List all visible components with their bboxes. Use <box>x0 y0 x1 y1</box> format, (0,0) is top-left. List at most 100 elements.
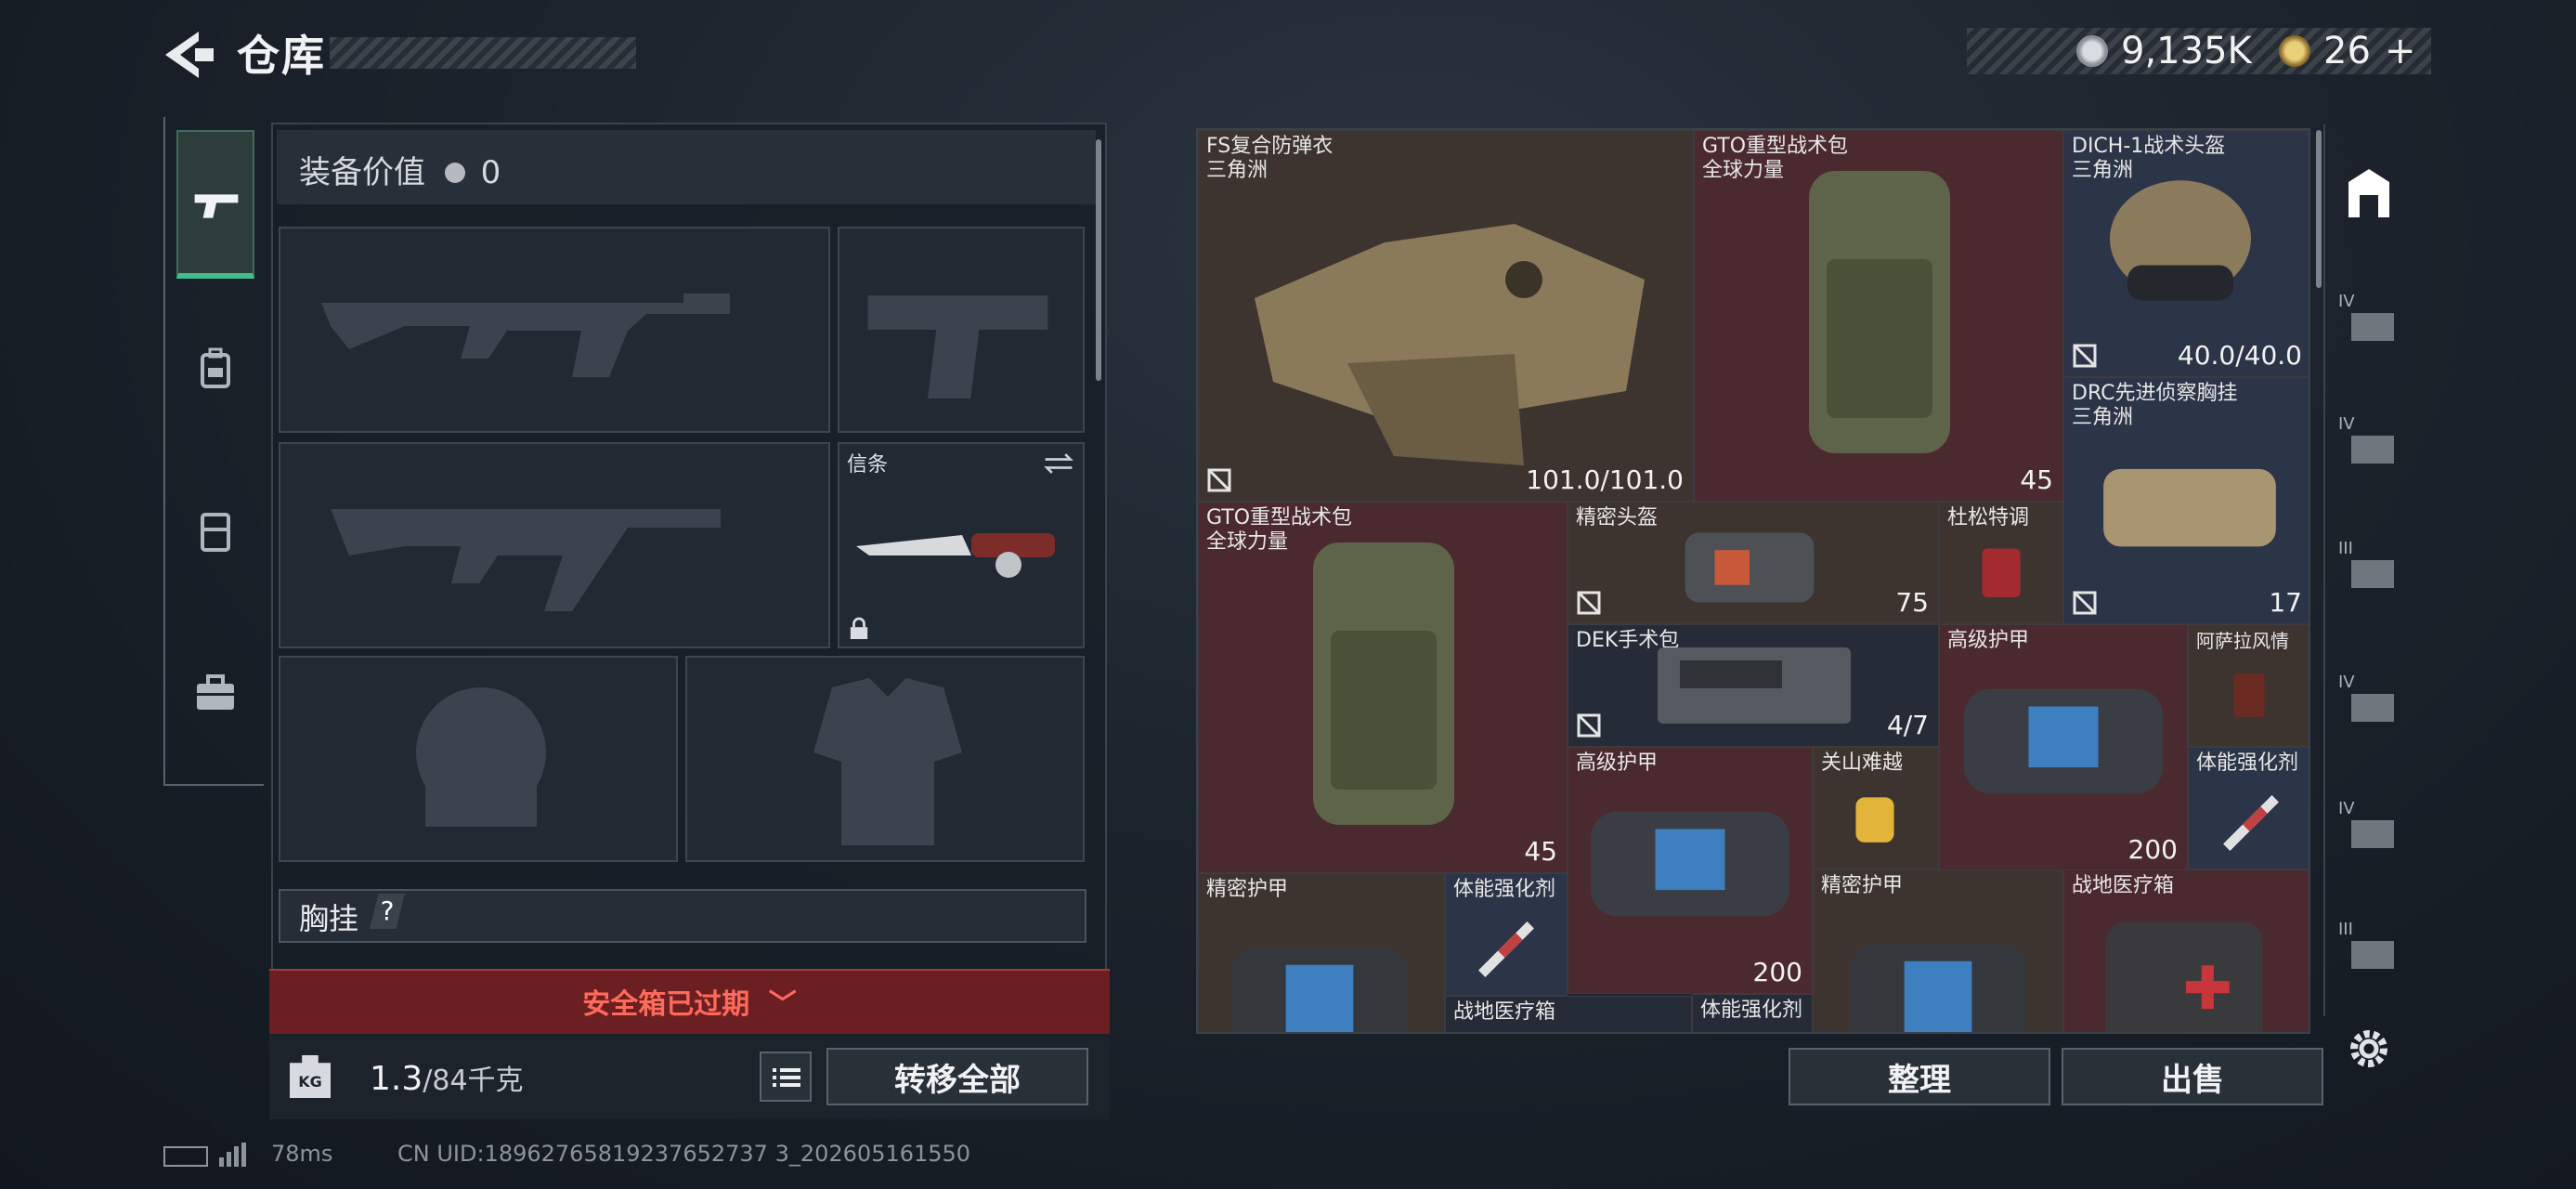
stash-item-field-medkit[interactable]: 战地医疗箱 <box>1445 996 1692 1032</box>
body-armor-icon <box>1255 224 1645 465</box>
tab-level: IV <box>2338 673 2355 692</box>
stash-item-fs-armor[interactable]: FS复合防弹衣 三角洲 101.0/101.0 <box>1198 130 1694 502</box>
medkit-icon <box>2105 921 2263 1032</box>
container-tab-4[interactable]: IV <box>2338 673 2400 728</box>
stash-item-field-medkit[interactable]: 战地医疗箱 <box>2063 869 2309 1032</box>
coin-icon <box>2076 35 2108 67</box>
container-tab-3[interactable]: III <box>2338 539 2400 594</box>
stash-item-drink[interactable]: 关山难越 <box>1813 747 1939 869</box>
stash-item-stimulant[interactable]: 体能强化剂 <box>2188 747 2309 869</box>
stash-item-dich-helmet[interactable]: DICH-1战术头盔 三角洲 40.0/40.0 <box>2063 130 2309 377</box>
nav-weapons[interactable] <box>176 130 254 279</box>
coin-amount: 9,135K <box>2121 30 2252 72</box>
case-icon <box>2351 436 2394 464</box>
stash-item-precision-armor-kit[interactable]: 精密护甲 <box>1813 869 2063 1032</box>
sell-button[interactable]: 出售 <box>2062 1048 2323 1105</box>
no-insure-icon <box>1577 591 1601 615</box>
weight-readout: 1.3/84千克 <box>370 1057 524 1098</box>
item-name: 体能强化剂 <box>1453 878 1556 901</box>
helmet-slot[interactable] <box>279 656 678 862</box>
item-name: 精密护甲 <box>1821 874 1904 897</box>
primary-weapon-slot[interactable] <box>279 227 830 433</box>
vest-icon <box>201 513 230 552</box>
case-icon <box>2351 941 2394 969</box>
stash-item-drc-rig[interactable]: DRC先进侦察胸挂 三角洲 17 <box>2063 377 2309 624</box>
secondary-weapon-slot[interactable] <box>838 227 1085 433</box>
item-name: 高级护甲 <box>1947 629 2030 652</box>
page-title: 仓库 <box>237 31 326 81</box>
stash-tab-icon[interactable] <box>2338 165 2400 221</box>
container-tab-2[interactable]: IV <box>2338 414 2400 470</box>
gear-icon[interactable] <box>2344 1024 2394 1074</box>
chest-rig-icon <box>2103 468 2276 547</box>
stash-item-gto-backpack[interactable]: GTO重型战术包 全球力量 45 <box>1694 130 2063 502</box>
weight-max: /84千克 <box>423 1065 524 1097</box>
repair-kit-icon <box>1591 811 1789 917</box>
no-insure-icon <box>2073 344 2097 368</box>
stash-item-advanced-armor-kit[interactable]: 高级护甲 200 <box>1568 747 1813 994</box>
item-name: FS复合防弹衣 <box>1206 135 1334 158</box>
container-tab-6[interactable]: III <box>2338 920 2400 975</box>
chest-rig-label: 胸挂 <box>299 901 359 936</box>
nav-backpack[interactable] <box>176 294 254 442</box>
armor-silhouette-icon <box>813 678 962 845</box>
transfer-all-button[interactable]: 转移全部 <box>826 1048 1088 1105</box>
item-slots: 17 <box>2269 587 2302 618</box>
briefcase-icon <box>197 674 234 710</box>
backpack-icon <box>1313 542 1454 825</box>
lock-icon <box>850 617 868 639</box>
stash-item-drink[interactable]: 杜松特调 <box>1939 502 2063 624</box>
ticket-amount: 26 <box>2323 30 2371 72</box>
stash-item-precision-helmet-kit[interactable]: 精密头盔 75 <box>1568 502 1939 624</box>
item-durability: 40.0/40.0 <box>2177 340 2302 371</box>
no-insure-icon <box>2073 591 2097 615</box>
item-name: 杜松特调 <box>1947 506 2030 529</box>
stash-scrollbar[interactable] <box>2316 130 2322 288</box>
item-name: DRC先进侦察胸挂 <box>2072 382 2238 405</box>
secondary-rifle-slot[interactable] <box>279 442 830 648</box>
rifle-silhouette-icon <box>321 294 730 377</box>
item-name: 阿萨拉风情 <box>2196 630 2289 652</box>
case-icon <box>2351 313 2394 341</box>
drink-icon <box>1982 548 2021 597</box>
item-capacity: 45 <box>1524 836 1557 867</box>
helmet-icon <box>2110 180 2251 301</box>
nav-rig[interactable] <box>176 457 254 606</box>
body-armor-slot[interactable] <box>685 656 1085 862</box>
container-tab-1[interactable]: IV <box>2338 292 2400 347</box>
stash-item-dek-kit[interactable]: DEK手术包 4/7 <box>1568 624 1939 747</box>
value-label-text: 装备价值 <box>299 154 425 191</box>
stash-item-gto-backpack[interactable]: GTO重型战术包 全球力量 45 <box>1198 502 1568 873</box>
item-durability: 200 <box>1752 957 1802 987</box>
tab-level: III <box>2338 920 2353 939</box>
scrollbar[interactable] <box>1096 139 1101 381</box>
list-view-button[interactable] <box>760 1052 812 1102</box>
tab-level: IV <box>2338 292 2355 311</box>
stash-item-advanced-armor-kit[interactable]: 高级护甲 200 <box>1939 624 2188 871</box>
sort-button[interactable]: 整理 <box>1789 1048 2050 1105</box>
swap-icon[interactable] <box>1042 450 1075 477</box>
melee-slot[interactable]: 信条 <box>838 442 1085 648</box>
syringe-icon <box>1478 921 1534 977</box>
container-tab-5[interactable]: IV <box>2338 799 2400 855</box>
add-ticket-button[interactable]: + <box>2385 30 2416 72</box>
item-name: 精密护甲 <box>1206 878 1289 901</box>
backpack-icon <box>1809 171 1950 453</box>
stash-item-stimulant[interactable]: 体能强化剂 <box>1445 873 1568 996</box>
no-insure-icon <box>1577 713 1601 738</box>
coin-icon <box>444 162 465 183</box>
no-insure-icon <box>1207 468 1231 492</box>
equipment-value: 0 <box>480 154 501 191</box>
tab-level: IV <box>2338 799 2355 818</box>
stash-item-drink[interactable]: 阿萨拉风情 <box>2188 624 2309 747</box>
list-icon <box>773 1068 800 1087</box>
container-tabs: IV IV III IV IV III <box>2323 124 2411 1016</box>
stash-item-stimulant[interactable]: 体能强化剂 <box>1692 994 1813 1032</box>
battery-icon <box>163 1146 208 1167</box>
nav-case[interactable] <box>176 619 254 767</box>
knife-icon <box>856 533 1055 578</box>
item-durability: 75 <box>1895 587 1929 618</box>
stash-item-precision-armor-kit[interactable]: 精密护甲 <box>1198 873 1445 1032</box>
tab-level: IV <box>2338 414 2355 434</box>
back-arrow-icon[interactable] <box>158 28 217 82</box>
